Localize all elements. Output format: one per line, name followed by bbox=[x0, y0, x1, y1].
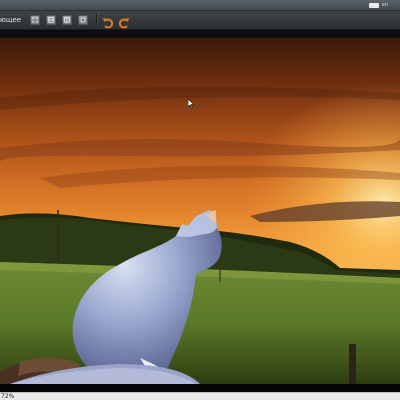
displayed-photo bbox=[0, 38, 400, 384]
zoom-level: 72% bbox=[1, 393, 15, 400]
keyboard-layout-label: en bbox=[381, 2, 388, 8]
actual-size-button[interactable] bbox=[46, 15, 56, 25]
fullscreen-icon bbox=[80, 17, 86, 23]
rotate-left-button[interactable] bbox=[102, 14, 114, 29]
fit-width-button[interactable] bbox=[62, 15, 72, 25]
fullscreen-button[interactable] bbox=[78, 15, 88, 25]
keyboard-icon bbox=[368, 2, 379, 8]
rotate-left-icon bbox=[103, 18, 114, 29]
rotate-right-icon bbox=[118, 18, 129, 29]
status-bar: 72% bbox=[0, 392, 400, 400]
fit-width-icon bbox=[64, 17, 70, 23]
viewer-bottom-margin bbox=[0, 384, 400, 392]
image-canvas[interactable] bbox=[0, 38, 400, 384]
rotate-right-button[interactable] bbox=[118, 14, 130, 29]
mouse-cursor-icon bbox=[188, 99, 194, 108]
toolbar-separator bbox=[96, 14, 98, 26]
image-viewer-window: en ющее 72% bbox=[0, 0, 400, 400]
toolbar-label: ющее bbox=[0, 16, 22, 24]
actual-size-icon bbox=[48, 17, 54, 23]
system-bar: en bbox=[0, 0, 400, 11]
fit-window-icon bbox=[32, 17, 38, 23]
toolbar: ющее bbox=[0, 11, 400, 30]
viewer-top-margin bbox=[0, 30, 400, 38]
fit-window-button[interactable] bbox=[30, 15, 40, 25]
keyboard-layout-indicator[interactable]: en bbox=[368, 2, 388, 8]
